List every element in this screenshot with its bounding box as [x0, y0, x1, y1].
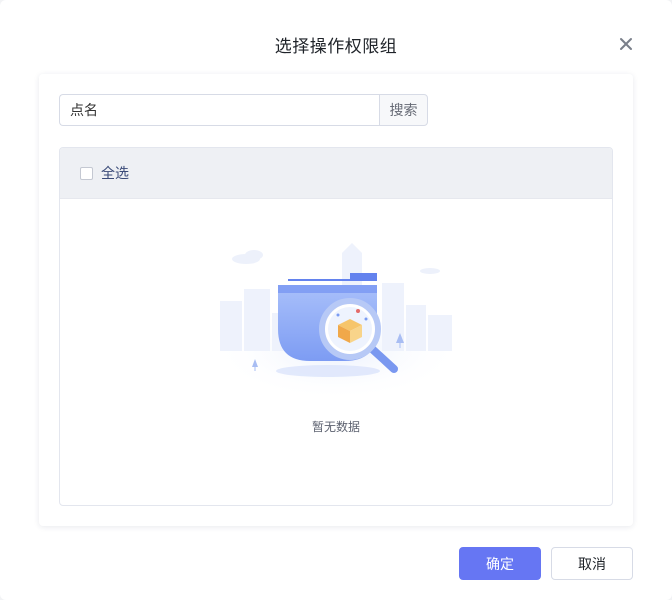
select-all-checkbox[interactable]	[80, 166, 93, 180]
search-button[interactable]: 搜索	[379, 94, 428, 126]
search-input[interactable]	[59, 94, 379, 126]
cancel-button[interactable]: 取消	[551, 547, 633, 580]
selection-panel: 搜索 全选	[39, 74, 633, 526]
empty-state-text: 暂无数据	[311, 420, 360, 434]
permission-group-list: 全选 暂无数据	[59, 147, 613, 506]
dialog-title: 选择操作权限组	[274, 37, 398, 57]
list-header: 全选	[60, 148, 612, 199]
empty-folder-magnifier-illustration	[210, 243, 464, 403]
confirm-button[interactable]: 确定	[459, 547, 541, 580]
permission-group-dialog: 选择操作权限组 搜索 全选	[0, 0, 672, 600]
select-all-label[interactable]: 全选	[101, 163, 129, 183]
close-icon[interactable]	[614, 32, 638, 56]
